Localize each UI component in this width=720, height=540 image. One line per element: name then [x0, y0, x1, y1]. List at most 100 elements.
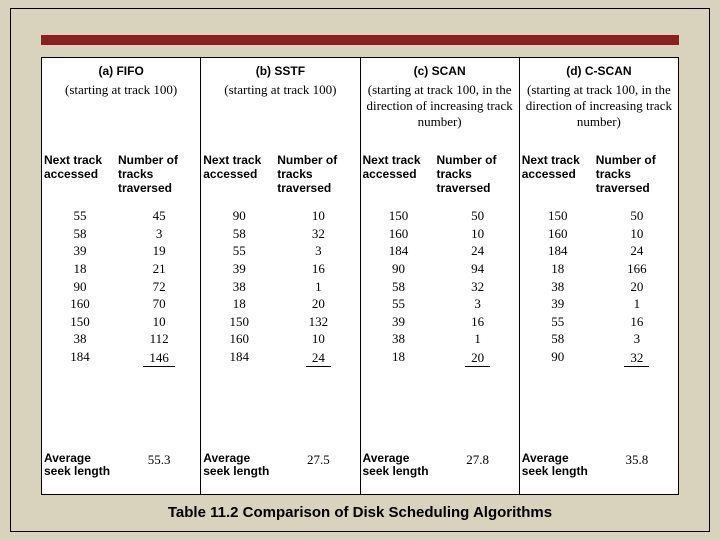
traversed-list: 10323161201321024: [277, 207, 359, 446]
avg-value: 27.5: [277, 452, 359, 490]
data-cell: 3: [474, 295, 481, 313]
data-cell: 38: [233, 278, 246, 296]
data-cell: 160: [389, 225, 409, 243]
data-cell: 58: [73, 225, 86, 243]
header-next-track: Next track accessed: [201, 154, 277, 195]
data-cell: 24: [471, 242, 484, 260]
data-cell: 55: [551, 313, 564, 331]
data-cell: 72: [153, 278, 166, 296]
traversed-list: 4531921727010112146: [118, 207, 200, 446]
data-cell: 10: [471, 225, 484, 243]
data-cell: 45: [153, 207, 166, 225]
data-cell: 1: [315, 278, 322, 296]
traversed-list: 5010249432316120: [436, 207, 518, 446]
algo-title: (c) SCAN: [361, 58, 519, 82]
data-cell: 10: [153, 313, 166, 331]
data-cell: 90: [73, 278, 86, 296]
data-cell: 39: [551, 295, 564, 313]
traversed-list: 50102416620116332: [596, 207, 678, 446]
algo-title: (a) FIFO: [42, 58, 200, 82]
data-cell: 24: [630, 242, 643, 260]
data-cell: 32: [624, 349, 649, 368]
data-cell: 184: [548, 242, 568, 260]
data-cell: 10: [312, 330, 325, 348]
header-next-track: Next track accessed: [520, 154, 596, 195]
data-cell: 184: [389, 242, 409, 260]
data-cell: 58: [392, 278, 405, 296]
header-traversed: Number of tracks traversed: [596, 154, 678, 195]
data-cell: 39: [392, 313, 405, 331]
data-cell: 38: [392, 330, 405, 348]
algo-title: (b) SSTF: [201, 58, 359, 82]
header-next-track: Next track accessed: [361, 154, 437, 195]
data-cell: 90: [392, 260, 405, 278]
avg-label: Average seek length: [361, 452, 437, 490]
table-caption: Table 11.2 Comparison of Disk Scheduling…: [11, 504, 709, 521]
comparison-table: (a) FIFO (starting at track 100) Next tr…: [41, 57, 679, 495]
start-condition: (starting at track 100, in the direction…: [361, 82, 519, 154]
data-cell: 24: [306, 349, 331, 368]
column-fifo: (a) FIFO (starting at track 100) Next tr…: [42, 58, 201, 494]
data-cell: 38: [73, 330, 86, 348]
data-cell: 184: [70, 348, 90, 366]
accent-bar: [41, 35, 679, 45]
data-cell: 160: [70, 295, 90, 313]
data-cell: 132: [309, 313, 329, 331]
data-cell: 16: [312, 260, 325, 278]
tracks-list: 555839189016015038184: [42, 207, 118, 446]
data-cell: 3: [156, 225, 163, 243]
data-cell: 70: [153, 295, 166, 313]
data-cell: 38: [551, 278, 564, 296]
data-cell: 18: [392, 348, 405, 366]
data-cell: 16: [471, 313, 484, 331]
algo-title: (d) C-SCAN: [520, 58, 678, 82]
start-condition: (starting at track 100): [201, 82, 359, 154]
data-cell: 1: [474, 330, 481, 348]
data-cell: 166: [627, 260, 647, 278]
data-cell: 160: [229, 330, 249, 348]
data-cell: 3: [634, 330, 641, 348]
tracks-list: 150160184905855393818: [361, 207, 437, 446]
data-cell: 150: [229, 313, 249, 331]
data-cell: 32: [312, 225, 325, 243]
data-cell: 18: [73, 260, 86, 278]
data-cell: 3: [315, 242, 322, 260]
column-sstf: (b) SSTF (starting at track 100) Next tr…: [201, 58, 360, 494]
avg-label: Average seek length: [520, 452, 596, 490]
data-cell: 94: [471, 260, 484, 278]
data-cell: 184: [229, 348, 249, 366]
avg-value: 55.3: [118, 452, 200, 490]
data-cell: 55: [392, 295, 405, 313]
data-cell: 20: [312, 295, 325, 313]
data-cell: 146: [143, 349, 175, 368]
data-cell: 19: [153, 242, 166, 260]
data-cell: 10: [312, 207, 325, 225]
data-cell: 150: [70, 313, 90, 331]
tracks-list: 905855393818150160184: [201, 207, 277, 446]
data-cell: 112: [150, 330, 169, 348]
data-cell: 10: [630, 225, 643, 243]
data-cell: 18: [233, 295, 246, 313]
data-cell: 55: [73, 207, 86, 225]
start-condition: (starting at track 100): [42, 82, 200, 154]
data-cell: 90: [233, 207, 246, 225]
start-condition: (starting at track 100, in the direction…: [520, 82, 678, 154]
data-cell: 39: [233, 260, 246, 278]
data-cell: 39: [73, 242, 86, 260]
data-cell: 58: [233, 225, 246, 243]
data-cell: 1: [634, 295, 641, 313]
header-traversed: Number of tracks traversed: [118, 154, 200, 195]
avg-label: Average seek length: [42, 452, 118, 490]
data-cell: 58: [551, 330, 564, 348]
data-cell: 32: [471, 278, 484, 296]
tracks-list: 150160184183839555890: [520, 207, 596, 446]
avg-value: 27.8: [436, 452, 518, 490]
header-next-track: Next track accessed: [42, 154, 118, 195]
data-cell: 160: [548, 225, 568, 243]
data-cell: 50: [630, 207, 643, 225]
avg-value: 35.8: [596, 452, 678, 490]
column-scan: (c) SCAN (starting at track 100, in the …: [361, 58, 520, 494]
data-cell: 20: [630, 278, 643, 296]
data-cell: 90: [551, 348, 564, 366]
data-cell: 20: [465, 349, 490, 368]
